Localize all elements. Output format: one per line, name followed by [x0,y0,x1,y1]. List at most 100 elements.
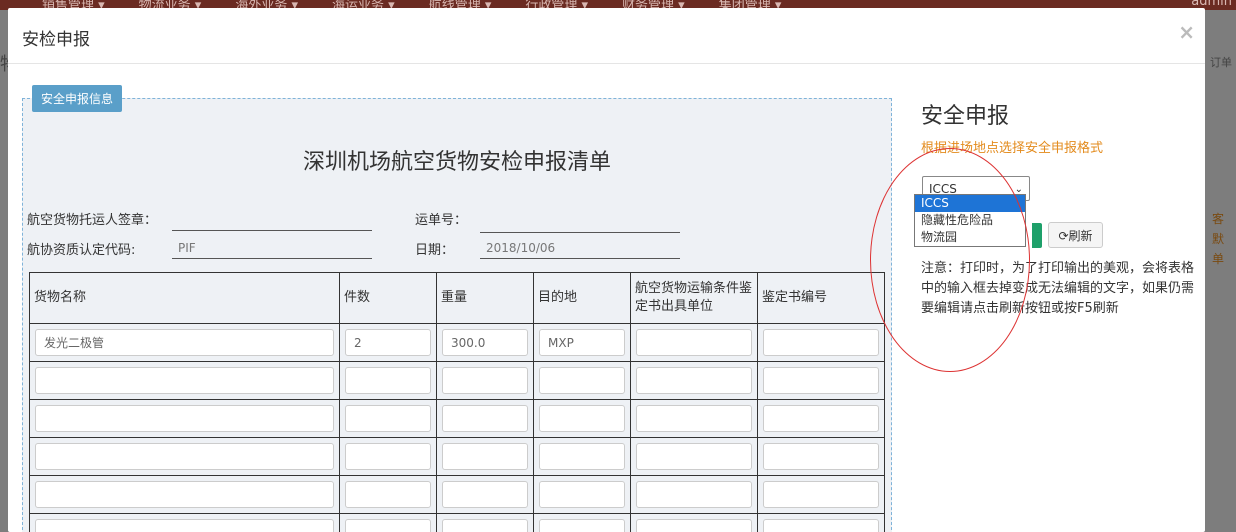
table-cell [533,475,631,514]
cell-input[interactable] [345,519,431,532]
annotation-circle [870,148,1030,372]
date-label: 日期： [415,243,455,258]
cell-input[interactable] [763,329,879,356]
cell-input[interactable] [35,443,334,470]
table-cell [29,361,340,400]
table-cell [436,513,534,532]
cell-input[interactable] [35,481,334,508]
cell-input[interactable] [763,443,879,470]
cell-input[interactable] [442,519,528,532]
table-cell [630,323,758,362]
refresh-icon: ⟳ [1058,229,1069,243]
column-header: 件数 [339,272,437,324]
table-cell [29,399,340,438]
cell-input[interactable] [539,519,625,532]
cell-input[interactable] [763,519,879,532]
cell-input[interactable] [636,481,752,508]
table-row [29,399,885,438]
cell-input[interactable] [345,329,431,356]
table-cell [630,437,758,476]
cell-input[interactable] [636,443,752,470]
table-cell [29,323,340,362]
table-row [29,513,885,532]
table-cell [757,361,885,400]
table-cell [29,475,340,514]
table-row [29,475,885,514]
date-field[interactable]: 2018/10/06 [480,237,680,259]
cell-input[interactable] [636,519,752,532]
cell-input[interactable] [35,519,334,532]
table-cell [533,513,631,532]
cell-input[interactable] [442,481,528,508]
cell-input[interactable] [539,405,625,432]
column-header: 航空货物运输条件鉴定书出具单位 [630,272,758,324]
cell-input[interactable] [345,405,431,432]
cell-input[interactable] [539,481,625,508]
cell-input[interactable] [539,443,625,470]
awb-label: 运单号： [415,213,468,228]
modal-title: 安检申报 [22,30,90,50]
bg-right-label: 订单 [1210,56,1232,69]
table-cell [436,399,534,438]
awb-field[interactable] [480,211,680,233]
print-button[interactable] [1032,223,1042,248]
document-title: 深圳机场航空货物安检申报清单 [302,150,611,175]
column-header: 重量 [436,272,534,324]
table-cell [339,361,437,400]
table-cell [29,513,340,532]
shipper-sign-field[interactable] [172,209,372,231]
table-row [29,323,885,362]
refresh-label: 刷新 [1068,229,1093,243]
declaration-form-panel: 深圳机场航空货物安检申报清单 航空货物托运人签章： 运单号： 航协资质认定代码:… [22,98,892,532]
cell-input[interactable] [763,405,879,432]
cell-input[interactable] [539,367,625,394]
cell-input[interactable] [763,367,879,394]
cell-input[interactable] [35,405,334,432]
cell-input[interactable] [442,329,528,356]
cell-input[interactable] [636,329,752,356]
table-cell [757,475,885,514]
table-cell [533,437,631,476]
refresh-button[interactable]: ⟳刷新 [1048,222,1103,248]
cell-input[interactable] [442,443,528,470]
shipper-sign-label: 航空货物托运人签章： [27,213,158,228]
modal-header: 安检申报 × [8,8,1205,64]
table-cell [339,399,437,438]
table-cell [533,323,631,362]
table-row [29,437,885,476]
column-header: 货物名称 [29,272,340,324]
table-cell [533,399,631,438]
cell-input[interactable] [636,367,752,394]
table-cell [29,437,340,476]
table-cell [630,399,758,438]
iata-code-label: 航协资质认定代码: [27,243,136,258]
cell-input[interactable] [442,367,528,394]
iata-code-field[interactable]: PIF [172,237,372,259]
cell-input[interactable] [345,481,431,508]
column-header: 鉴定书编号 [757,272,885,324]
table-cell [436,437,534,476]
table-cell [436,323,534,362]
close-icon[interactable]: × [1178,20,1195,44]
table-cell [630,361,758,400]
cell-input[interactable] [35,329,334,356]
table-cell [339,437,437,476]
cell-input[interactable] [345,367,431,394]
cell-input[interactable] [636,405,752,432]
cell-input[interactable] [345,443,431,470]
table-cell [436,475,534,514]
cell-input[interactable] [442,405,528,432]
cell-input[interactable] [539,329,625,356]
bg-orange-text: 单 [1212,252,1225,266]
table-header-row: 货物名称 件数 重量 目的地 航空货物运输条件鉴定书出具单位 鉴定书编号 [29,272,885,324]
column-header: 目的地 [533,272,631,324]
cell-input[interactable] [35,367,334,394]
table-cell [757,399,885,438]
table-cell [630,475,758,514]
cell-input[interactable] [763,481,879,508]
section-tag: 安全申报信息 [32,85,123,112]
table-cell [757,323,885,362]
table-cell [630,513,758,532]
table-row [29,361,885,400]
table-cell [533,361,631,400]
